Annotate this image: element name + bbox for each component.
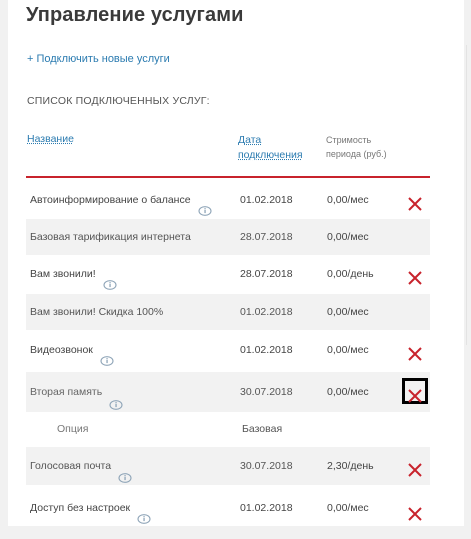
remove-service-icon[interactable] bbox=[407, 462, 423, 478]
table-row: Доступ без настроек 01.02.2018 0,00/мес bbox=[26, 490, 430, 526]
connection-date-cell: 01.02.2018 bbox=[240, 306, 293, 318]
connection-date-cell: 30.07.2018 bbox=[240, 460, 293, 472]
connection-date-cell: 28.07.2018 bbox=[240, 231, 293, 243]
remove-service-icon[interactable] bbox=[407, 270, 423, 286]
info-icon[interactable] bbox=[100, 345, 114, 367]
connection-date-cell: 30.07.2018 bbox=[240, 386, 293, 398]
cost-cell: 0,00/мес bbox=[327, 231, 369, 243]
service-name-cell: Вам звонили! Скидка 100% bbox=[30, 306, 164, 318]
connection-date-cell: 01.02.2018 bbox=[240, 502, 293, 514]
option-value: Базовая bbox=[242, 423, 283, 435]
remove-service-icon[interactable] bbox=[407, 196, 423, 212]
cost-cell: 0,00/мес bbox=[327, 502, 369, 514]
table-row: Видеозвонок 01.02.2018 0,00/мес bbox=[26, 332, 430, 368]
cost-cell: 0,00/мес bbox=[327, 386, 369, 398]
connection-date-cell: 28.07.2018 bbox=[240, 268, 293, 280]
table-row: Автоинформирование о балансе 01.02.2018 … bbox=[26, 182, 430, 218]
service-name-cell: Голосовая почта bbox=[30, 447, 132, 485]
option-label: Опция bbox=[57, 423, 89, 435]
cost-cell: 0,00/мес bbox=[327, 194, 369, 206]
column-header-name[interactable]: Название bbox=[27, 133, 74, 145]
cost-cell: 2,30/день bbox=[327, 460, 374, 472]
remove-service-icon[interactable] bbox=[407, 388, 423, 404]
service-name-cell: Вторая память bbox=[30, 372, 123, 412]
services-list-title: СПИСОК ПОДКЛЮЧЕННЫХ УСЛУГ: bbox=[27, 95, 210, 107]
info-icon[interactable] bbox=[109, 387, 123, 411]
service-name-cell: Доступ без настроек bbox=[30, 490, 151, 526]
column-header-date[interactable]: Дата подключения bbox=[238, 133, 318, 163]
remove-service-icon[interactable] bbox=[407, 346, 423, 362]
table-row: Вам звонили! 28.07.2018 0,00/день bbox=[26, 256, 430, 292]
column-header-cost: Стримость периода (руб.) bbox=[326, 135, 387, 159]
page-title: Управление услугами bbox=[26, 4, 244, 26]
info-icon[interactable] bbox=[118, 461, 132, 484]
scrollbar-track bbox=[466, 45, 467, 345]
remove-service-icon[interactable] bbox=[407, 506, 423, 522]
info-icon[interactable] bbox=[198, 195, 212, 217]
table-row: Вам звонили! Скидка 100% 01.02.2018 0,00… bbox=[26, 294, 430, 330]
cost-cell: 0,00/мес bbox=[327, 344, 369, 356]
connection-date-cell: 01.02.2018 bbox=[240, 344, 293, 356]
table-row: Вторая память 30.07.2018 0,00/мес bbox=[26, 372, 430, 412]
add-services-link[interactable]: + Подключить новые услуги bbox=[27, 53, 170, 65]
service-name-cell: Автоинформирование о балансе bbox=[30, 182, 212, 218]
cost-cell: 0,00/мес bbox=[327, 306, 369, 318]
service-name-cell: Вам звонили! bbox=[30, 256, 117, 292]
service-name-cell: Видеозвонок bbox=[30, 332, 114, 368]
service-name-cell: Базовая тарификация интернета bbox=[30, 231, 191, 243]
info-icon[interactable] bbox=[137, 503, 151, 525]
table-row: Голосовая почта 30.07.2018 2,30/день bbox=[26, 447, 430, 485]
cost-cell: 0,00/день bbox=[327, 268, 374, 280]
service-option-row: Опция Базовая bbox=[26, 412, 430, 446]
table-row: Базовая тарификация интернета 28.07.2018… bbox=[26, 219, 430, 255]
info-icon[interactable] bbox=[103, 269, 117, 291]
header-divider bbox=[26, 176, 430, 178]
connection-date-cell: 01.02.2018 bbox=[240, 194, 293, 206]
